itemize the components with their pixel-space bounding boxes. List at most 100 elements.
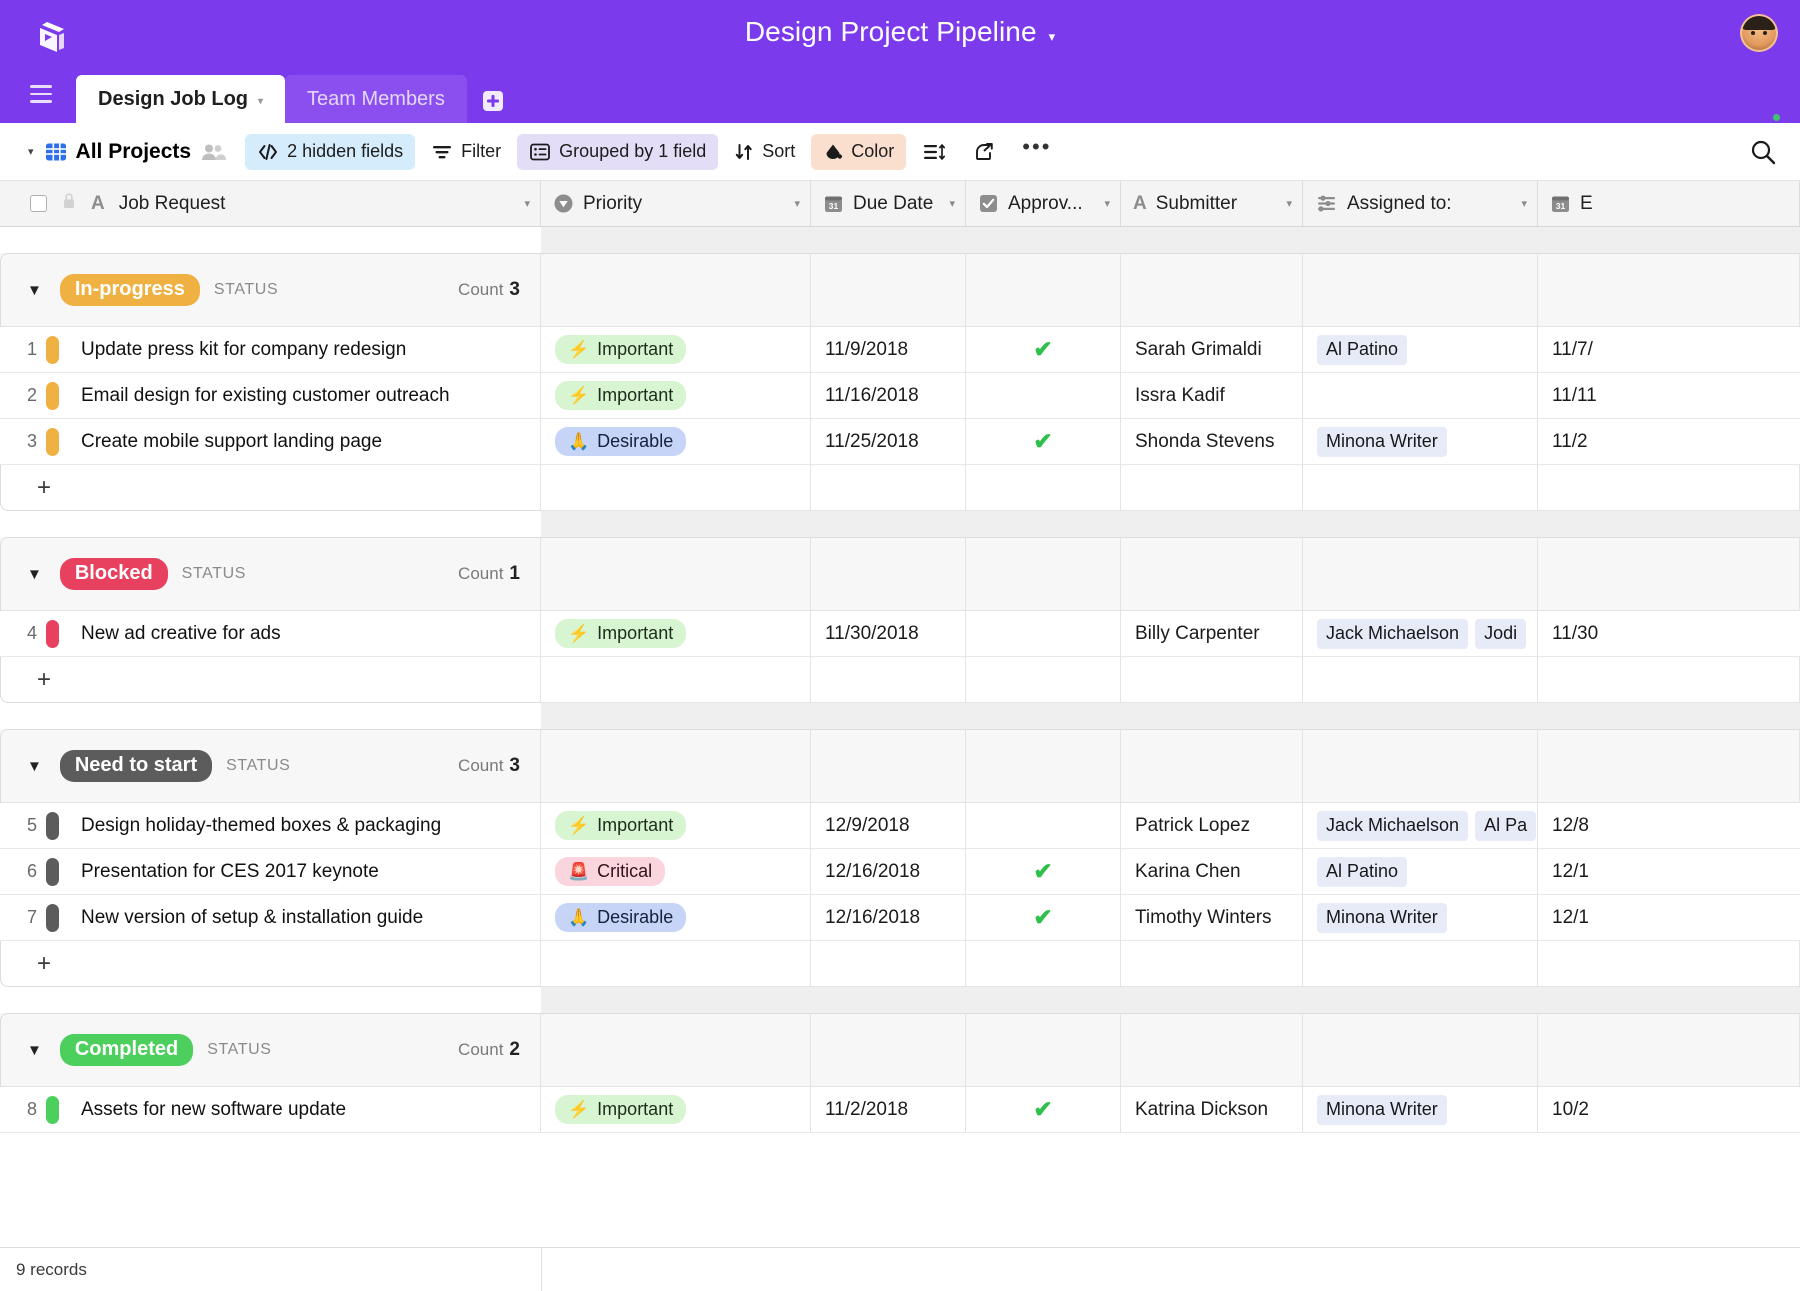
cell-last-date[interactable]: 11/30 [1538, 611, 1800, 657]
group-header-left[interactable]: ▼In-progressSTATUSCount3 [0, 253, 541, 327]
cell-submitter[interactable]: Karina Chen [1121, 849, 1303, 895]
add-record-row[interactable]: + [0, 657, 1800, 703]
group-header-row[interactable]: ▼BlockedSTATUSCount1 [0, 537, 1800, 611]
sort-button[interactable]: Sort [722, 134, 807, 170]
column-header-submitter[interactable]: A Submitter ▾ [1121, 181, 1303, 226]
cell-priority[interactable]: 🙏Desirable [541, 895, 811, 941]
group-header-left[interactable]: ▼CompletedSTATUSCount2 [0, 1013, 541, 1087]
cell-approved[interactable]: ✔ [966, 895, 1121, 941]
collapse-group-icon[interactable]: ▼ [27, 282, 42, 299]
cell-assigned-to[interactable]: Jack MichaelsonAl Pa [1303, 803, 1538, 849]
row-primary-cell[interactable]: 5Design holiday-themed boxes & packaging [0, 803, 541, 849]
group-header-row[interactable]: ▼CompletedSTATUSCount2 [0, 1013, 1800, 1087]
share-view-button[interactable] [962, 134, 1006, 170]
add-record-row[interactable]: + [0, 941, 1800, 987]
cell-submitter[interactable]: Sarah Grimaldi [1121, 327, 1303, 373]
cell-submitter[interactable]: Patrick Lopez [1121, 803, 1303, 849]
people-icon[interactable] [201, 142, 227, 162]
airtable-logo-icon[interactable] [24, 16, 70, 62]
group-header-left[interactable]: ▼Need to startSTATUSCount3 [0, 729, 541, 803]
cell-due-date[interactable]: 11/16/2018 [811, 373, 966, 419]
row-primary-cell[interactable]: 3Create mobile support landing page [0, 419, 541, 465]
table-row[interactable]: 7New version of setup & installation gui… [0, 895, 1800, 941]
row-primary-cell[interactable]: 1Update press kit for company redesign [0, 327, 541, 373]
row-primary-cell[interactable]: 4New ad creative for ads [0, 611, 541, 657]
table-row[interactable]: 5Design holiday-themed boxes & packaging… [0, 803, 1800, 849]
cell-last-date[interactable]: 12/1 [1538, 895, 1800, 941]
add-record-button[interactable]: + [0, 465, 541, 511]
cell-submitter[interactable]: Shonda Stevens [1121, 419, 1303, 465]
cell-assigned-to[interactable]: Minona Writer [1303, 1087, 1538, 1133]
row-primary-cell[interactable]: 2Email design for existing customer outr… [0, 373, 541, 419]
cell-approved[interactable] [966, 611, 1121, 657]
cell-approved[interactable]: ✔ [966, 419, 1121, 465]
cell-priority[interactable]: ⚡Important [541, 1087, 811, 1133]
chevron-down-icon[interactable]: ▾ [1521, 197, 1527, 210]
cell-last-date[interactable]: 11/11 [1538, 373, 1800, 419]
group-header-left[interactable]: ▼BlockedSTATUSCount1 [0, 537, 541, 611]
cell-priority[interactable]: 🚨Critical [541, 849, 811, 895]
cell-last-date[interactable]: 10/2 [1538, 1087, 1800, 1133]
cell-due-date[interactable]: 12/16/2018 [811, 849, 966, 895]
row-primary-cell[interactable]: 6Presentation for CES 2017 keynote [0, 849, 541, 895]
cell-approved[interactable] [966, 373, 1121, 419]
add-record-row[interactable]: + [0, 465, 1800, 511]
cell-submitter[interactable]: Billy Carpenter [1121, 611, 1303, 657]
cell-due-date[interactable]: 11/30/2018 [811, 611, 966, 657]
more-options-button[interactable]: ••• [1010, 134, 1063, 170]
cell-priority[interactable]: ⚡Important [541, 611, 811, 657]
cell-assigned-to[interactable]: Jack MichaelsonJodi [1303, 611, 1538, 657]
cell-due-date[interactable]: 11/9/2018 [811, 327, 966, 373]
chevron-down-icon[interactable]: ▾ [1049, 30, 1056, 43]
cell-due-date[interactable]: 12/16/2018 [811, 895, 966, 941]
color-button[interactable]: Color [811, 134, 906, 170]
sidebar-toggle-icon[interactable] [18, 71, 64, 117]
cell-submitter[interactable]: Timothy Winters [1121, 895, 1303, 941]
cell-due-date[interactable]: 12/9/2018 [811, 803, 966, 849]
view-name[interactable]: All Projects [72, 140, 192, 164]
cell-priority[interactable]: 🙏Desirable [541, 419, 811, 465]
chevron-down-icon[interactable]: ▾ [1104, 197, 1110, 210]
cell-approved[interactable]: ✔ [966, 1087, 1121, 1133]
cell-last-date[interactable]: 12/1 [1538, 849, 1800, 895]
search-button[interactable] [1748, 137, 1778, 167]
cell-approved[interactable]: ✔ [966, 849, 1121, 895]
column-header-approved[interactable]: Approv... ▾ [966, 181, 1121, 226]
cell-submitter[interactable]: Issra Kadif [1121, 373, 1303, 419]
row-primary-cell[interactable]: 7New version of setup & installation gui… [0, 895, 541, 941]
row-primary-cell[interactable]: 8Assets for new software update [0, 1087, 541, 1133]
cell-submitter[interactable]: Katrina Dickson [1121, 1087, 1303, 1133]
chevron-down-icon[interactable]: ▾ [794, 197, 800, 210]
chevron-down-icon[interactable]: ▾ [1286, 197, 1292, 210]
cell-approved[interactable] [966, 803, 1121, 849]
collapse-group-icon[interactable]: ▼ [27, 1042, 42, 1059]
cell-priority[interactable]: ⚡Important [541, 327, 811, 373]
cell-due-date[interactable]: 11/25/2018 [811, 419, 966, 465]
table-row[interactable]: 1Update press kit for company redesign⚡I… [0, 327, 1800, 373]
table-row[interactable]: 6Presentation for CES 2017 keynote🚨Criti… [0, 849, 1800, 895]
cell-priority[interactable]: ⚡Important [541, 373, 811, 419]
chevron-down-icon[interactable]: ▾ [949, 197, 955, 210]
hidden-fields-button[interactable]: 2 hidden fields [245, 134, 415, 170]
table-row[interactable]: 2Email design for existing customer outr… [0, 373, 1800, 419]
column-header-assigned-to[interactable]: Assigned to: ▾ [1303, 181, 1538, 226]
cell-due-date[interactable]: 11/2/2018 [811, 1087, 966, 1133]
collapse-group-icon[interactable]: ▼ [27, 758, 42, 775]
view-sidebar-caret-icon[interactable]: ▾ [28, 145, 34, 158]
add-record-button[interactable]: + [0, 657, 541, 703]
collapse-group-icon[interactable]: ▼ [27, 566, 42, 583]
filter-button[interactable]: Filter [419, 134, 513, 170]
chevron-down-icon[interactable]: ▾ [258, 96, 263, 107]
row-height-button[interactable] [910, 134, 958, 170]
cell-assigned-to[interactable] [1303, 373, 1538, 419]
group-header-row[interactable]: ▼Need to startSTATUSCount3 [0, 729, 1800, 803]
table-row[interactable]: 8Assets for new software update⚡Importan… [0, 1087, 1800, 1133]
cell-assigned-to[interactable]: Al Patino [1303, 849, 1538, 895]
chevron-down-icon[interactable]: ▾ [524, 197, 530, 210]
group-button[interactable]: Grouped by 1 field [517, 134, 718, 170]
tab-design-job-log[interactable]: Design Job Log ▾ [76, 75, 285, 123]
group-header-row[interactable]: ▼In-progressSTATUSCount3 [0, 253, 1800, 327]
column-header-priority[interactable]: Priority ▾ [541, 181, 811, 226]
cell-priority[interactable]: ⚡Important [541, 803, 811, 849]
add-table-button[interactable] [481, 89, 505, 113]
